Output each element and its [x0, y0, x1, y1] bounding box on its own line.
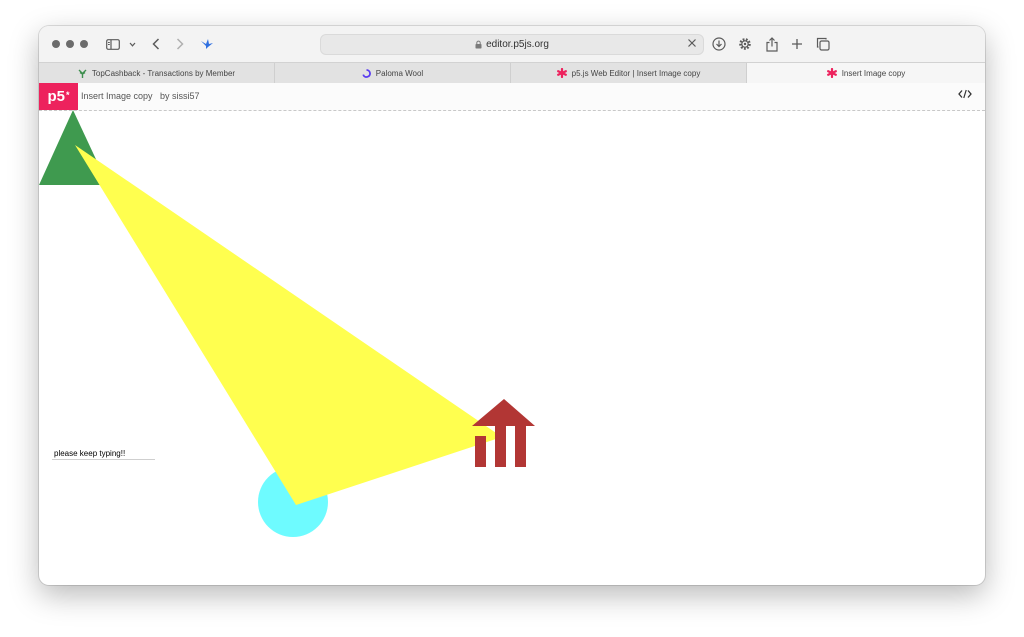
tab-insert-image-copy[interactable]: Insert Image copy [747, 63, 985, 83]
tab-label: Insert Image copy [841, 68, 906, 78]
paloma-wool-icon [362, 68, 371, 78]
close-window-button[interactable] [52, 40, 60, 48]
minimize-window-button[interactable] [66, 40, 74, 48]
tab-p5-web-editor[interactable]: p5.js Web Editor | Insert Image copy [511, 63, 747, 83]
topcashback-icon [78, 69, 87, 78]
p5-asterisk-icon [556, 68, 567, 78]
tab-label: p5.js Web Editor | Insert Image copy [571, 68, 701, 78]
address-bar[interactable]: editor.p5js.org [320, 34, 704, 55]
chevron-down-icon[interactable] [127, 34, 137, 54]
back-icon[interactable] [149, 34, 163, 54]
code-icon[interactable] [958, 89, 972, 99]
bird-extension-icon[interactable] [199, 34, 215, 54]
sidebar-icon[interactable] [105, 34, 121, 54]
p5-logo[interactable]: p5 * [39, 83, 78, 110]
clear-address-icon[interactable] [687, 38, 697, 48]
zoom-window-button[interactable] [80, 40, 88, 48]
tab-overview-icon[interactable] [815, 34, 831, 54]
p5-header: p5 * Insert Image copy by sissi57 [39, 83, 985, 111]
address-url: editor.p5js.org [486, 39, 549, 50]
forward-icon[interactable] [173, 34, 187, 54]
sketch-title: Insert Image copy [81, 91, 153, 101]
p5-asterisk-icon [826, 68, 837, 78]
tab-paloma-wool[interactable]: Paloma Wool [275, 63, 511, 83]
sketch-canvas[interactable] [39, 110, 985, 585]
tab-label: Paloma Wool [375, 68, 424, 78]
tab-bar: TopCashback - Transactions by Member Pal… [39, 62, 985, 84]
author-link[interactable]: sissi57 [172, 91, 200, 101]
gear-icon[interactable] [737, 34, 753, 54]
sketch-byline: by sissi57 [160, 91, 200, 101]
by-label: by [160, 91, 170, 101]
p5-logo-text: p5 [47, 88, 65, 105]
share-icon[interactable] [764, 34, 780, 54]
sketch-drawing [39, 110, 535, 537]
p5-logo-mark: * [66, 89, 70, 100]
lock-icon [475, 40, 482, 49]
tab-label: TopCashback - Transactions by Member [91, 68, 236, 78]
tab-topcashback[interactable]: TopCashback - Transactions by Member [39, 63, 275, 83]
browser-window: editor.p5js.org TopCashback - Transactio… [39, 26, 985, 585]
new-tab-icon[interactable] [789, 34, 805, 54]
sketch-text-input[interactable] [52, 448, 155, 460]
browser-toolbar: editor.p5js.org [39, 26, 985, 62]
download-icon[interactable] [711, 34, 727, 54]
